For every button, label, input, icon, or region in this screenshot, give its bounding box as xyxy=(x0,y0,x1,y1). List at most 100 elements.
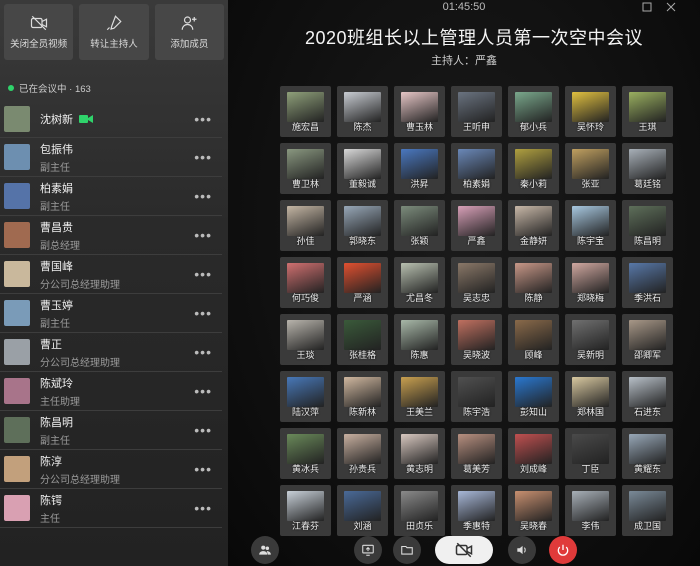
participant-tile[interactable]: 郁小兵 xyxy=(508,86,559,137)
participant-tile[interactable]: 陈宇浩 xyxy=(451,371,502,422)
participant-tile[interactable]: 董毅诚 xyxy=(337,143,388,194)
more-icon[interactable]: ••• xyxy=(194,500,212,516)
more-icon[interactable]: ••• xyxy=(194,188,212,204)
more-icon[interactable]: ••• xyxy=(194,266,212,282)
participant-tile[interactable]: 顾峰 xyxy=(508,314,559,365)
participant-tile[interactable]: 葛廷铭 xyxy=(622,143,673,194)
power-icon xyxy=(557,544,569,556)
participant-tile[interactable]: 邵卿军 xyxy=(622,314,673,365)
participant-tile[interactable]: 施宏昌 xyxy=(280,86,331,137)
participant-tile[interactable]: 陆汉萍 xyxy=(280,371,331,422)
participant-tile[interactable]: 成卫国 xyxy=(622,485,673,536)
participant-tile[interactable]: 陈静 xyxy=(508,257,559,308)
participant-tile[interactable]: 吴志忠 xyxy=(451,257,502,308)
participant-tile[interactable]: 王美兰 xyxy=(394,371,445,422)
participant-tile[interactable]: 刘成峰 xyxy=(508,428,559,479)
speaker-button[interactable] xyxy=(508,536,536,564)
member-row[interactable]: 柏素娟 副主任 ••• xyxy=(0,177,222,216)
add-member-button[interactable]: 添加成员 xyxy=(154,4,224,60)
member-row[interactable]: 陈锷 主任 ••• xyxy=(0,489,222,528)
participant-tile[interactable]: 洪昇 xyxy=(394,143,445,194)
participant-tile[interactable]: 陈新林 xyxy=(337,371,388,422)
participant-tile[interactable]: 黄冰兵 xyxy=(280,428,331,479)
participant-tile[interactable]: 黄志明 xyxy=(394,428,445,479)
participant-tile[interactable]: 江春芬 xyxy=(280,485,331,536)
participant-tile[interactable]: 彭知山 xyxy=(508,371,559,422)
share-screen-button[interactable] xyxy=(354,536,382,564)
more-icon[interactable]: ••• xyxy=(194,111,212,127)
participant-tile[interactable]: 吴怀玲 xyxy=(565,86,616,137)
member-row[interactable]: 曹正 分公司总经理助理 ••• xyxy=(0,333,222,372)
member-name: 陈昌明 xyxy=(40,416,73,429)
participant-avatar xyxy=(515,149,552,179)
participant-tile[interactable]: 葛美芳 xyxy=(451,428,502,479)
member-row[interactable]: 包振伟 副主任 ••• xyxy=(0,138,222,177)
more-icon[interactable]: ••• xyxy=(194,344,212,360)
more-icon[interactable]: ••• xyxy=(194,461,212,477)
participant-avatar xyxy=(287,320,324,350)
member-row[interactable]: 陈斌玲 主任助理 ••• xyxy=(0,372,222,411)
participant-tile[interactable]: 曹卫林 xyxy=(280,143,331,194)
more-icon[interactable]: ••• xyxy=(194,149,212,165)
camera-toggle-button[interactable] xyxy=(435,536,493,564)
participant-avatar xyxy=(458,434,495,464)
more-icon[interactable]: ••• xyxy=(194,422,212,438)
close-icon[interactable] xyxy=(666,2,676,12)
participant-tile[interactable]: 石进东 xyxy=(622,371,673,422)
more-icon[interactable]: ••• xyxy=(194,305,212,321)
member-row[interactable]: 曹玉婷 副主任 ••• xyxy=(0,294,222,333)
mute-all-video-button[interactable]: 关闭全员视频 xyxy=(4,4,74,60)
participant-tile[interactable]: 王琰 xyxy=(280,314,331,365)
more-icon[interactable]: ••• xyxy=(194,227,212,243)
participant-tile[interactable]: 严涵 xyxy=(337,257,388,308)
members-button[interactable] xyxy=(251,536,279,564)
participant-tile[interactable]: 王琪 xyxy=(622,86,673,137)
member-row[interactable]: 曹昌贵 副总经理 ••• xyxy=(0,216,222,255)
participant-tile[interactable]: 黄耀东 xyxy=(622,428,673,479)
participant-tile[interactable]: 孙佳 xyxy=(280,200,331,251)
participant-tile[interactable]: 田贞乐 xyxy=(394,485,445,536)
participant-tile[interactable]: 严鑫 xyxy=(451,200,502,251)
participant-tile[interactable]: 陈惠 xyxy=(394,314,445,365)
member-row[interactable]: 陈昌明 副主任 ••• xyxy=(0,411,222,450)
participant-tile[interactable]: 李伟 xyxy=(565,485,616,536)
participant-tile[interactable]: 秦小莉 xyxy=(508,143,559,194)
participant-tile[interactable]: 刘涵 xyxy=(337,485,388,536)
participant-tile[interactable]: 郑晓梅 xyxy=(565,257,616,308)
more-icon[interactable]: ••• xyxy=(194,383,212,399)
member-row[interactable]: 沈树新 ••• xyxy=(0,100,222,138)
participant-tile[interactable]: 陈宇宝 xyxy=(565,200,616,251)
participant-name: 陈杰 xyxy=(353,122,372,132)
participant-name: 季洪石 xyxy=(633,293,661,303)
participant-name: 王听申 xyxy=(462,122,490,132)
document-button[interactable] xyxy=(393,536,421,564)
participant-tile[interactable]: 尤昌冬 xyxy=(394,257,445,308)
participant-tile[interactable]: 王听申 xyxy=(451,86,502,137)
participant-avatar xyxy=(344,92,381,122)
participant-tile[interactable]: 郑林国 xyxy=(565,371,616,422)
participant-tile[interactable]: 张桂格 xyxy=(337,314,388,365)
participant-tile[interactable]: 何巧俊 xyxy=(280,257,331,308)
participant-tile[interactable]: 柏素娟 xyxy=(451,143,502,194)
participant-tile[interactable]: 金静妍 xyxy=(508,200,559,251)
participant-tile[interactable]: 张颖 xyxy=(394,200,445,251)
transfer-host-button[interactable]: 转让主持人 xyxy=(79,4,149,60)
participant-tile[interactable]: 季惠特 xyxy=(451,485,502,536)
member-row[interactable]: 曹国峰 分公司总经理助理 ••• xyxy=(0,255,222,294)
window-icon[interactable] xyxy=(642,2,652,12)
participant-tile[interactable]: 吴晓春 xyxy=(508,485,559,536)
member-row[interactable]: 陈淳 分公司总经理助理 ••• xyxy=(0,450,222,489)
participant-tile[interactable]: 陈昌明 xyxy=(622,200,673,251)
participant-tile[interactable]: 张亚 xyxy=(565,143,616,194)
participant-avatar xyxy=(629,263,666,293)
participant-tile[interactable]: 吴晓波 xyxy=(451,314,502,365)
participant-tile[interactable]: 季洪石 xyxy=(622,257,673,308)
participant-tile[interactable]: 曹玉林 xyxy=(394,86,445,137)
participant-tile[interactable]: 孙贵兵 xyxy=(337,428,388,479)
participant-name: 曹卫林 xyxy=(291,179,319,189)
participant-tile[interactable]: 陈杰 xyxy=(337,86,388,137)
end-meeting-button[interactable] xyxy=(549,536,577,564)
participant-tile[interactable]: 吴新明 xyxy=(565,314,616,365)
participant-tile[interactable]: 丁臣 xyxy=(565,428,616,479)
participant-tile[interactable]: 郭晓东 xyxy=(337,200,388,251)
